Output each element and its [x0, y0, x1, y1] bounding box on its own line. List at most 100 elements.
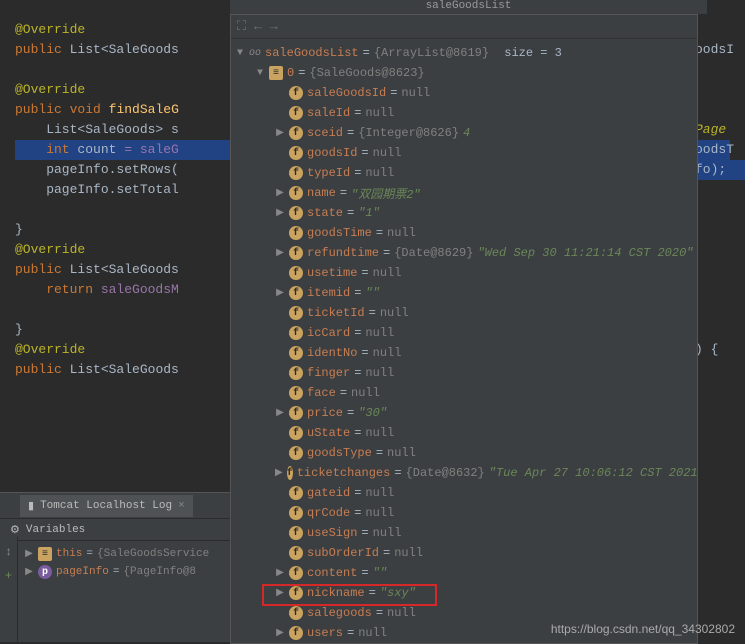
field-name: typeId [307, 166, 350, 180]
variables-pane[interactable]: ▶ ≡ this = {SaleGoodsService ▶ p pageInf… [0, 541, 230, 585]
field-name[interactable]: ▶fname = "双园期票2" [231, 183, 697, 203]
var-pageinfo[interactable]: ▶ p pageInfo = {PageInfo@8 [4, 563, 226, 581]
field-itemid[interactable]: ▶fitemid = "" [231, 283, 697, 303]
field-subOrderId[interactable]: ▶fsubOrderId = null [231, 543, 697, 563]
field-icCard[interactable]: ▶ficCard = null [231, 323, 697, 343]
field-saleGoodsId[interactable]: ▶fsaleGoodsId = null [231, 83, 697, 103]
field-name: users [307, 626, 343, 640]
chevron-right-icon[interactable]: ▶ [275, 587, 285, 599]
chevron-down-icon[interactable]: ▼ [235, 48, 245, 59]
collapse-icon[interactable]: ⛶ [237, 19, 246, 34]
field-name: refundtime [307, 246, 379, 260]
field-value: null [394, 546, 423, 560]
field-refundtime[interactable]: ▶frefundtime = {Date@8629} "Wed Sep 30 1… [231, 243, 697, 263]
chevron-down-icon[interactable]: ▼ [255, 68, 265, 79]
field-value: "" [373, 566, 387, 580]
field-value: null [358, 626, 387, 640]
field-name: usetime [307, 266, 357, 280]
chevron-right-icon[interactable]: ▶ [275, 407, 285, 419]
chevron-right-icon[interactable]: ▶ [275, 287, 285, 299]
tab-tomcat-log[interactable]: ▮ Tomcat Localhost Log × [20, 495, 193, 517]
field-typeId[interactable]: ▶ftypeId = null [231, 163, 697, 183]
field-value: "" [365, 286, 379, 300]
field-uState[interactable]: ▶fuState = null [231, 423, 697, 443]
field-usetime[interactable]: ▶fusetime = null [231, 263, 697, 283]
field-qrCode[interactable]: ▶fqrCode = null [231, 503, 697, 523]
field-goodsType[interactable]: ▶fgoodsType = null [231, 443, 697, 463]
add-watch-icon[interactable]: + [5, 569, 12, 583]
field-name: goodsType [307, 446, 372, 460]
field-name: goodsId [307, 146, 357, 160]
field-badge: f [289, 146, 303, 160]
field-badge: f [289, 506, 303, 520]
field-finger[interactable]: ▶ffinger = null [231, 363, 697, 383]
field-name: gateid [307, 486, 350, 500]
chevron-right-icon[interactable]: ▶ [275, 127, 285, 139]
close-icon[interactable]: × [178, 500, 185, 512]
field-ticketId[interactable]: ▶fticketId = null [231, 303, 697, 323]
field-name: salegoods [307, 606, 372, 620]
field-face[interactable]: ▶fface = null [231, 383, 697, 403]
field-salegoods[interactable]: ▶fsalegoods = null [231, 603, 697, 623]
field-badge: f [289, 126, 303, 140]
field-name: saleId [307, 106, 350, 120]
field-state[interactable]: ▶fstate = "1" [231, 203, 697, 223]
field-name: subOrderId [307, 546, 379, 560]
variable-tree[interactable]: ▼ oo saleGoodsList = {ArrayList@8619} si… [231, 39, 697, 643]
field-value: null [373, 266, 402, 280]
expand-icon[interactable]: ↕ [5, 545, 12, 559]
field-badge: f [289, 286, 303, 300]
chevron-right-icon[interactable]: ▶ [275, 207, 285, 219]
field-badge: f [289, 266, 303, 280]
root-node[interactable]: ▼ oo saleGoodsList = {ArrayList@8619} si… [231, 43, 697, 63]
field-badge: f [289, 186, 303, 200]
field-value: null [365, 166, 394, 180]
chevron-right-icon[interactable]: ▶ [275, 627, 285, 639]
field-name: saleGoodsId [307, 86, 386, 100]
field-value: null [365, 486, 394, 500]
chevron-right-icon[interactable]: ▶ [275, 467, 283, 479]
field-badge: f [289, 86, 303, 100]
field-badge: f [289, 226, 303, 240]
field-value: 4 [463, 126, 470, 140]
param-badge: p [38, 565, 52, 579]
field-badge: f [289, 526, 303, 540]
element-badge: ≡ [38, 547, 52, 561]
chevron-right-icon[interactable]: ▶ [275, 247, 285, 259]
field-goodsId[interactable]: ▶fgoodsId = null [231, 143, 697, 163]
field-useSign[interactable]: ▶fuseSign = null [231, 523, 697, 543]
field-gateid[interactable]: ▶fgateid = null [231, 483, 697, 503]
field-price[interactable]: ▶fprice = "30" [231, 403, 697, 423]
field-content[interactable]: ▶fcontent = "" [231, 563, 697, 583]
field-badge: f [289, 586, 303, 600]
field-value: null [351, 386, 380, 400]
field-goodsTime[interactable]: ▶fgoodsTime = null [231, 223, 697, 243]
tab-label: Tomcat Localhost Log [40, 500, 172, 512]
field-value: "Tue Apr 27 10:06:12 CST 2021" [489, 466, 697, 480]
field-name: state [307, 206, 343, 220]
field-identNo[interactable]: ▶fidentNo = null [231, 343, 697, 363]
nav-back-icon[interactable]: ← [254, 19, 262, 34]
field-badge: f [289, 106, 303, 120]
field-badge: f [289, 426, 303, 440]
chevron-right-icon[interactable]: ▶ [24, 566, 34, 578]
nav-forward-icon[interactable]: → [270, 19, 278, 34]
var-this[interactable]: ▶ ≡ this = {SaleGoodsService [4, 545, 226, 563]
field-name: qrCode [307, 506, 350, 520]
element-0-node[interactable]: ▼ ≡ 0 = {SaleGoods@8623} [231, 63, 697, 83]
field-badge: f [289, 366, 303, 380]
field-nickname[interactable]: ▶fnickname = "sxy" [231, 583, 697, 603]
chevron-right-icon[interactable]: ▶ [24, 548, 34, 560]
field-sceid[interactable]: ▶fsceid = {Integer@8626} 4 [231, 123, 697, 143]
field-value: null [387, 606, 416, 620]
chevron-right-icon[interactable]: ▶ [275, 567, 285, 579]
field-value: "30" [358, 406, 387, 420]
field-saleId[interactable]: ▶fsaleId = null [231, 103, 697, 123]
element-badge: ≡ [269, 66, 283, 80]
chevron-right-icon[interactable]: ▶ [275, 187, 285, 199]
watermark: https://blog.csdn.net/qq_34302802 [551, 622, 735, 636]
field-value: "双园期票2" [351, 185, 421, 202]
field-value: null [401, 86, 430, 100]
field-ticketchanges[interactable]: ▶fticketchanges = {Date@8632} "Tue Apr 2… [231, 463, 697, 483]
field-badge: f [289, 406, 303, 420]
